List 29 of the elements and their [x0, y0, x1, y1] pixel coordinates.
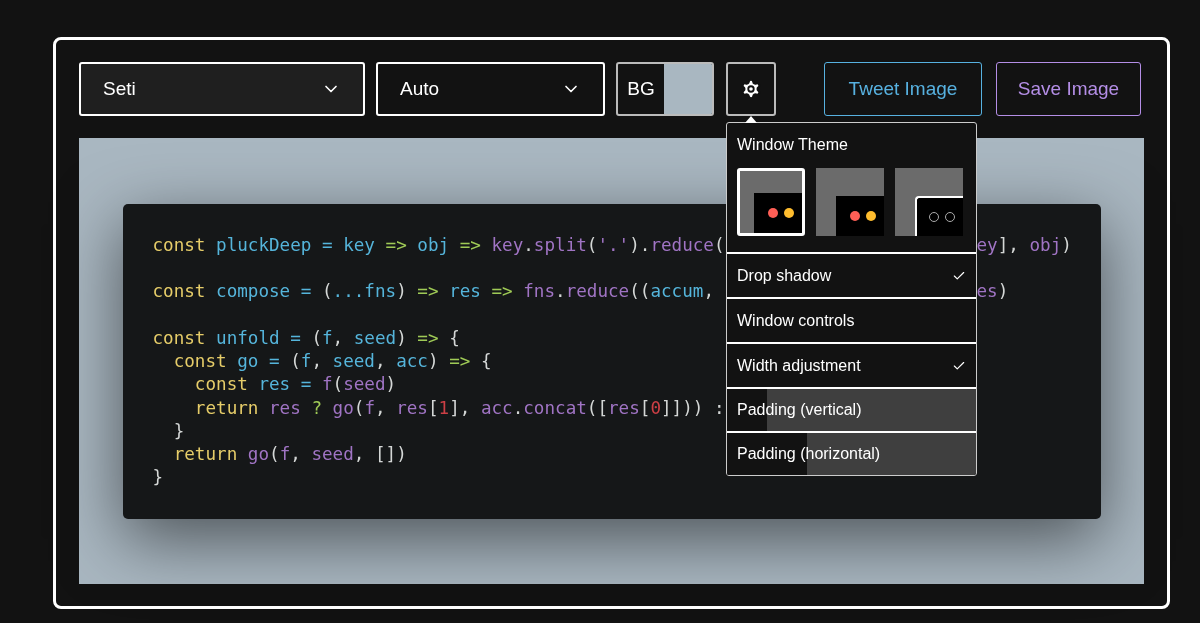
settings-button[interactable]: [726, 62, 776, 116]
language-dropdown[interactable]: Auto: [376, 62, 605, 116]
slider-label: Padding (horizontal): [736, 444, 881, 464]
padding-slider[interactable]: Padding (horizontal): [727, 431, 976, 475]
slider-label: Padding (vertical): [736, 400, 862, 420]
color-swatch: [664, 64, 712, 114]
background-label: BG: [626, 76, 656, 101]
code-line: const pluckDeep = key => obj => key.split('.').reduce(: [152, 234, 725, 255]
code-line: const compose = (...fns) => res => fns.reduce((accum,: [152, 281, 714, 302]
padding-slider[interactable]: Padding (vertical): [727, 387, 976, 431]
background-picker[interactable]: BG: [616, 62, 714, 116]
code-line: const res = f(seed): [193, 374, 397, 395]
settings-icon: [740, 78, 762, 100]
menu-title: Window Theme: [737, 135, 849, 155]
save-button[interactable]: Save Image: [996, 62, 1141, 116]
window-theme-option[interactable]: [895, 168, 963, 236]
window-theme-option[interactable]: [737, 168, 805, 236]
code-line: return res ? go(f, res[1], acc.concat([res[0]])) :: [193, 397, 725, 418]
theme-dropdown[interactable]: Seti: [79, 62, 365, 116]
code-line: ey], obj): [976, 233, 1072, 257]
code-line: const unfold = (f, seed) => {: [152, 327, 460, 348]
menu-pointer-icon: [745, 116, 757, 123]
tweet-button[interactable]: Tweet Image: [824, 62, 982, 116]
code-line: es): [976, 280, 1009, 304]
window-theme-option[interactable]: [816, 168, 884, 236]
code-line: }: [172, 420, 185, 441]
code-line: }: [152, 467, 164, 488]
code-line: const go = (f, seed, acc) => {: [172, 351, 492, 371]
code-line: return go(f, seed, []): [172, 444, 407, 465]
